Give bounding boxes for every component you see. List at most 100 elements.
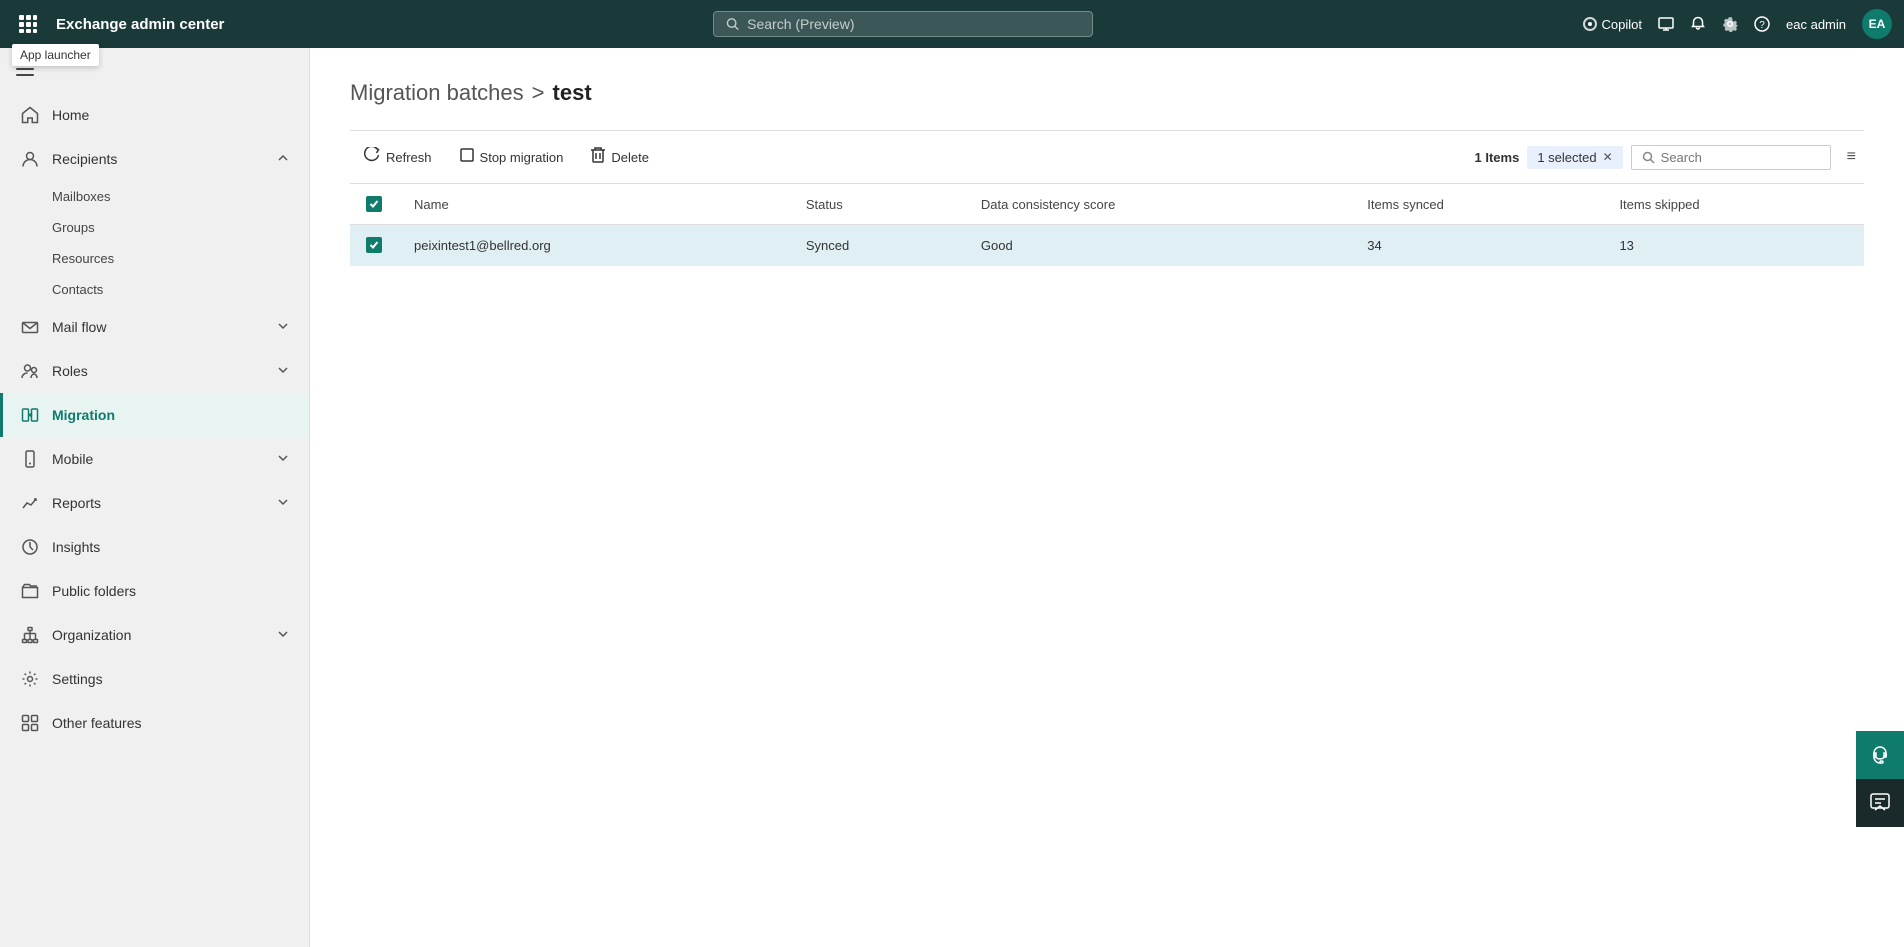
mobile-icon: [20, 449, 40, 469]
filter-button[interactable]: ≡: [1839, 144, 1864, 170]
copilot-button[interactable]: Copilot: [1582, 16, 1642, 32]
sidebar-item-contacts[interactable]: Contacts: [52, 274, 309, 305]
sidebar-item-label-other-features: Other features: [52, 715, 289, 731]
sidebar-item-insights[interactable]: Insights: [0, 525, 309, 569]
mail-icon: [20, 317, 40, 337]
screen-icon: [1658, 16, 1674, 32]
chevron-up-icon: [277, 151, 289, 167]
avatar[interactable]: EA: [1862, 9, 1892, 39]
refresh-label: Refresh: [386, 150, 432, 165]
global-search-container: [713, 11, 1093, 37]
recipients-submenu: Mailboxes Groups Resources Contacts: [0, 181, 309, 305]
toolbar: Refresh Stop migration: [350, 130, 1864, 184]
chat-icon: [1869, 792, 1891, 814]
col-header-data-consistency[interactable]: Data consistency score: [965, 184, 1351, 225]
breadcrumb-parent[interactable]: Migration batches: [350, 80, 524, 106]
global-search-input[interactable]: [747, 16, 1080, 32]
support-button[interactable]: [1856, 731, 1904, 779]
breadcrumb-separator: >: [532, 80, 545, 106]
app-title: Exchange admin center: [56, 16, 224, 33]
user-name-label: eac admin: [1786, 17, 1846, 32]
side-actions-panel: [1856, 731, 1904, 827]
top-nav: App launcher Exchange admin center Copil…: [0, 0, 1904, 48]
home-icon: [20, 105, 40, 125]
col-header-status[interactable]: Status: [790, 184, 965, 225]
svg-text:?: ?: [1759, 20, 1765, 31]
sidebar-item-other-features[interactable]: Other features: [0, 701, 309, 745]
copilot-icon: [1582, 16, 1598, 32]
checkmark-icon: [369, 199, 379, 209]
sidebar-item-roles[interactable]: Roles: [0, 349, 309, 393]
col-header-items-synced[interactable]: Items synced: [1351, 184, 1603, 225]
search-box: [1631, 145, 1831, 170]
sidebar-item-recipients[interactable]: Recipients: [0, 137, 309, 181]
app-launcher-button[interactable]: App launcher: [12, 8, 44, 40]
sidebar-item-migration[interactable]: Migration: [0, 393, 309, 437]
sidebar-item-mailboxes[interactable]: Mailboxes: [52, 181, 309, 212]
col-header-items-skipped[interactable]: Items skipped: [1603, 184, 1864, 225]
col-header-name[interactable]: Name: [398, 184, 790, 225]
sidebar-item-resources[interactable]: Resources: [52, 243, 309, 274]
selected-badge: 1 selected ✕: [1527, 146, 1622, 169]
help-icon: ?: [1754, 16, 1770, 32]
sidebar-item-label-home: Home: [52, 107, 289, 123]
roles-icon: [20, 361, 40, 381]
gear-icon: [1722, 16, 1738, 32]
sidebar-item-organization[interactable]: Organization: [0, 613, 309, 657]
sidebar-item-label-insights: Insights: [52, 539, 289, 555]
sidebar-item-mobile[interactable]: Mobile: [0, 437, 309, 481]
migration-icon: [20, 405, 40, 425]
reports-icon: [20, 493, 40, 513]
table-body: peixintest1@bellred.org Synced Good 34 1…: [350, 225, 1864, 266]
sidebar-item-label-reports: Reports: [52, 495, 265, 511]
app-launcher-tooltip: App launcher: [12, 44, 99, 66]
row-data-consistency: Good: [965, 225, 1351, 266]
sidebar-item-label-public-folders: Public folders: [52, 583, 289, 599]
search-box-icon: [1642, 151, 1655, 164]
row-checkbox[interactable]: [366, 237, 382, 253]
organization-icon: [20, 625, 40, 645]
data-table-wrapper: Name Status Data consistency score Items…: [350, 184, 1864, 266]
sidebar-item-label-migration: Migration: [52, 407, 289, 423]
sidebar-item-groups[interactable]: Groups: [52, 212, 309, 243]
table-header-row: Name Status Data consistency score Items…: [350, 184, 1864, 225]
chevron-down-icon-mail: [277, 319, 289, 335]
sidebar-item-settings[interactable]: Settings: [0, 657, 309, 701]
settings-button[interactable]: [1722, 16, 1738, 32]
chevron-down-icon-mobile: [277, 451, 289, 467]
row-items-skipped: 13: [1603, 225, 1864, 266]
settings-nav-icon: [20, 669, 40, 689]
refresh-icon: [364, 147, 380, 167]
public-folders-icon: [20, 581, 40, 601]
person-icon: [20, 149, 40, 169]
delete-button[interactable]: Delete: [577, 141, 663, 173]
chat-button[interactable]: [1856, 779, 1904, 827]
sidebar-item-label-settings: Settings: [52, 671, 289, 687]
chevron-down-icon-roles: [277, 363, 289, 379]
chevron-down-icon-org: [277, 627, 289, 643]
table-row[interactable]: peixintest1@bellred.org Synced Good 34 1…: [350, 225, 1864, 266]
sidebar-item-public-folders[interactable]: Public folders: [0, 569, 309, 613]
breadcrumb-current: test: [553, 80, 592, 106]
refresh-button[interactable]: Refresh: [350, 141, 446, 173]
screen-button[interactable]: [1658, 16, 1674, 32]
sidebar-item-home[interactable]: Home: [0, 93, 309, 137]
help-button[interactable]: ?: [1754, 16, 1770, 32]
sidebar-item-label-organization: Organization: [52, 627, 265, 643]
sidebar-item-reports[interactable]: Reports: [0, 481, 309, 525]
sidebar-item-mail-flow[interactable]: Mail flow: [0, 305, 309, 349]
notifications-button[interactable]: [1690, 16, 1706, 32]
content-area: Migration batches > test Refresh: [310, 48, 1904, 947]
select-all-checkbox[interactable]: [366, 196, 382, 212]
copilot-label: Copilot: [1602, 17, 1642, 32]
delete-label: Delete: [611, 150, 649, 165]
headset-icon: [1869, 744, 1891, 766]
bell-icon: [1690, 16, 1706, 32]
stop-icon: [460, 148, 474, 166]
select-all-header[interactable]: [350, 184, 398, 225]
sidebar-item-label-mail-flow: Mail flow: [52, 319, 265, 335]
row-checkbox-cell[interactable]: [350, 225, 398, 266]
table-search-input[interactable]: [1661, 150, 1801, 165]
stop-migration-button[interactable]: Stop migration: [446, 142, 578, 172]
clear-selection-button[interactable]: ✕: [1603, 150, 1613, 164]
